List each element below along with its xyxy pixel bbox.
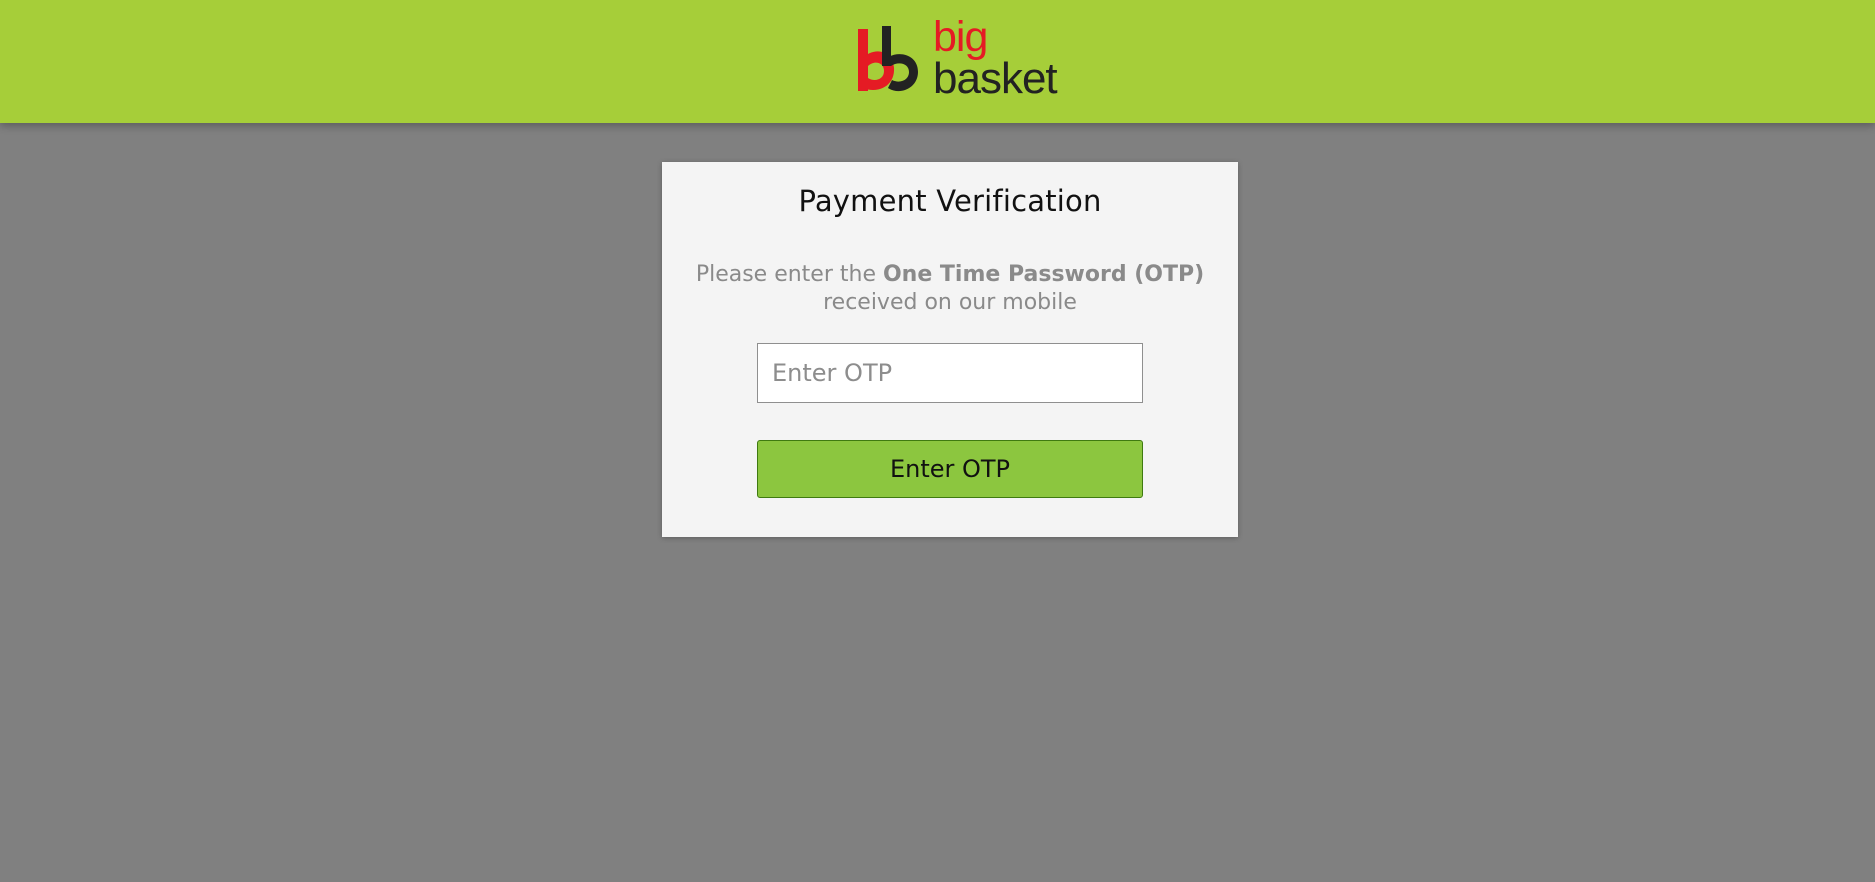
bigbasket-logo[interactable]: big basket: [858, 13, 1058, 103]
logo-wordmark: big basket: [933, 13, 1058, 103]
bb-logo-icon: [858, 26, 918, 92]
logo-word-basket: basket: [933, 54, 1058, 103]
otp-instructions: Please enter the One Time Password (OTP)…: [662, 261, 1238, 317]
instruction-emphasis: One Time Password (OTP): [882, 262, 1205, 287]
page-title: Payment Verification: [798, 184, 1102, 218]
instruction-prefix: Please enter the: [695, 262, 883, 287]
instruction-suffix: received on our mobile: [823, 290, 1077, 315]
site-header: big basket: [0, 0, 1875, 123]
payment-verification-panel: Payment Verification Please enter the On…: [662, 162, 1238, 537]
logo-word-big: big: [933, 13, 988, 61]
enter-otp-button[interactable]: Enter OTP: [757, 440, 1143, 498]
otp-input[interactable]: [757, 343, 1143, 403]
